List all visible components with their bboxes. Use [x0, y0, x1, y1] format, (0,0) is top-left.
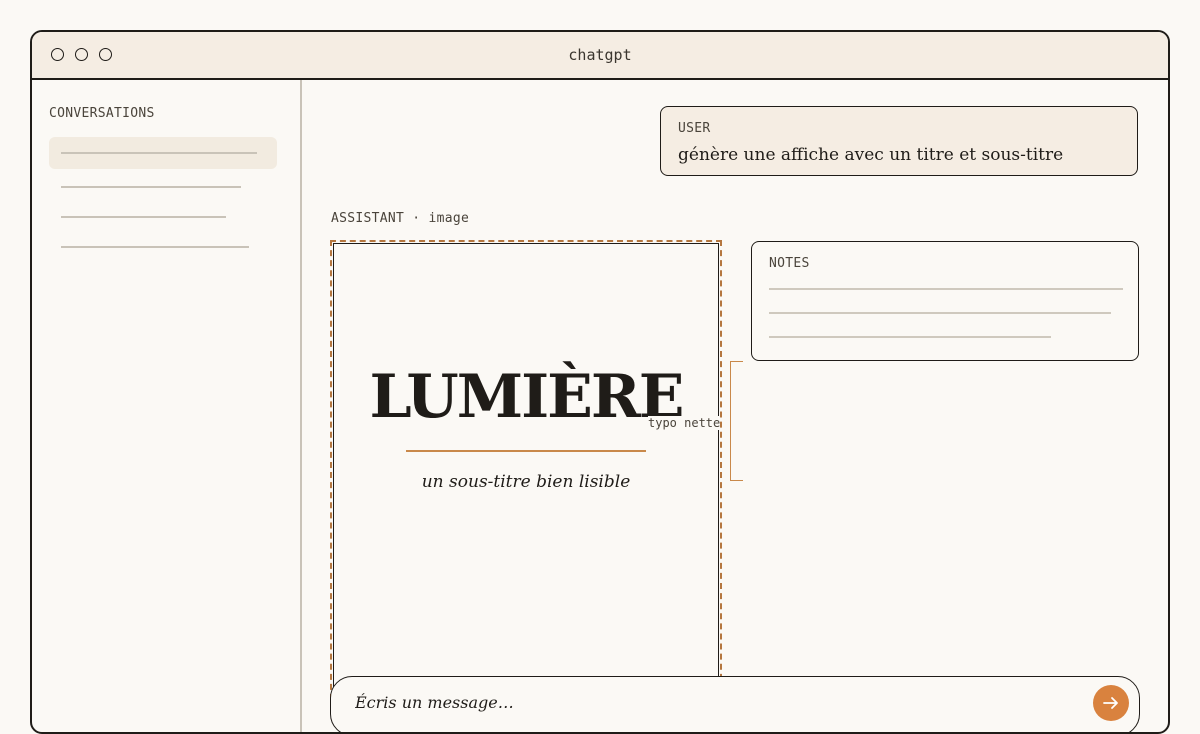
title-bar: chatgpt	[32, 32, 1168, 80]
message-composer	[330, 676, 1140, 732]
assistant-role-label: ASSISTANT · image	[331, 211, 470, 226]
user-role-label: USER	[678, 121, 711, 136]
app-window: chatgpt CONVERSATIONS USER génère une af…	[30, 30, 1170, 734]
window-title: chatgpt	[568, 46, 632, 64]
generated-poster-image[interactable]: LUMIÈRE un sous-titre bien lisible	[330, 240, 722, 700]
user-message-text: génère une affiche avec un titre et sous…	[678, 145, 1064, 165]
annotation-bracket	[730, 361, 743, 481]
chat-main: USER génère une affiche avec un titre et…	[302, 80, 1168, 732]
annotation-label: typo nette	[648, 416, 721, 430]
conversation-title-placeholder	[61, 152, 257, 154]
poster-subtitle: un sous-titre bien lisible	[421, 472, 631, 492]
notes-line-placeholder	[769, 312, 1111, 314]
arrow-right-icon	[1103, 697, 1118, 709]
conversation-title-placeholder	[61, 186, 241, 188]
conversation-title-placeholder	[61, 246, 249, 248]
sidebar-heading: CONVERSATIONS	[49, 106, 155, 121]
conversation-item-2[interactable]	[49, 171, 277, 203]
conversation-item-1[interactable]	[49, 137, 277, 169]
notes-line-placeholder	[769, 288, 1123, 290]
conversation-title-placeholder	[61, 216, 226, 218]
message-input[interactable]	[355, 693, 1055, 712]
notes-heading: NOTES	[769, 256, 810, 271]
poster-divider	[406, 450, 646, 452]
notes-card: NOTES	[751, 241, 1139, 361]
sidebar: CONVERSATIONS	[32, 80, 302, 732]
send-button[interactable]	[1093, 685, 1129, 721]
conversation-item-4[interactable]	[49, 231, 277, 263]
conversation-item-3[interactable]	[49, 201, 277, 233]
notes-line-placeholder	[769, 336, 1051, 338]
user-message-bubble: USER génère une affiche avec un titre et…	[660, 106, 1138, 176]
